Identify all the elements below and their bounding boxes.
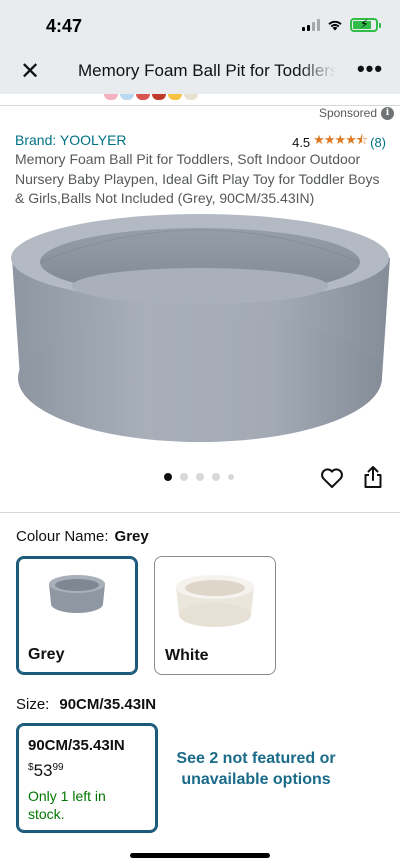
share-icon[interactable] <box>363 465 383 489</box>
nav-bar: ✕ Memory Foam Ball Pit for Toddlers ••• <box>0 50 400 94</box>
unavailable-options-link[interactable]: See 2 not featured or unavailable option… <box>168 748 344 790</box>
selected-size: 90CM/35.43IN <box>59 696 157 713</box>
size-label: Size: 90CM/35.43IN <box>16 696 157 713</box>
colour-option-white[interactable]: White <box>154 556 276 675</box>
white-ball-pit-thumbnail <box>176 575 254 627</box>
info-icon[interactable]: i <box>381 106 394 120</box>
wifi-icon <box>328 20 342 31</box>
colour-label: Colour Name: Grey <box>16 528 149 545</box>
image-carousel-dots[interactable] <box>164 473 234 481</box>
stock-status: Only 1 left in stock. <box>28 788 106 822</box>
brand-link[interactable]: Brand: YOOLYER <box>15 132 127 148</box>
colour-option-label: White <box>165 647 209 664</box>
product-image[interactable] <box>0 208 400 456</box>
colour-option-label: Grey <box>28 646 65 663</box>
more-options-icon[interactable]: ••• <box>356 58 384 85</box>
selected-colour: Grey <box>114 528 149 545</box>
status-time: 4:47 <box>46 16 83 36</box>
status-icons: ⚡ <box>302 17 381 32</box>
cellular-signal-icon <box>302 19 320 31</box>
section-divider <box>0 512 400 513</box>
rating-count: (8) <box>370 134 386 150</box>
previous-image-peek <box>0 94 400 106</box>
grey-ball-pit-thumbnail <box>49 575 105 613</box>
product-title: Memory Foam Ball Pit for Toddlers, Soft … <box>15 151 380 206</box>
battery-charging-icon: ⚡ <box>350 17 381 32</box>
size-option-price: $53 99 <box>28 761 64 780</box>
page-title: Memory Foam Ball Pit for Toddlers <box>78 61 336 80</box>
sponsored-label: Sponsored i <box>319 106 394 120</box>
home-indicator[interactable] <box>130 853 270 858</box>
size-option-90cm[interactable]: 90CM/35.43IN $53 99 Only 1 left in stock. <box>16 723 158 833</box>
size-option-name: 90CM/35.43IN <box>28 737 125 754</box>
colour-option-grey[interactable]: Grey <box>16 556 138 675</box>
rating-value: 4.5 <box>292 134 311 150</box>
heart-icon[interactable] <box>320 466 344 490</box>
close-icon[interactable]: ✕ <box>16 58 44 86</box>
status-bar: 4:47 ⚡ <box>0 0 400 50</box>
